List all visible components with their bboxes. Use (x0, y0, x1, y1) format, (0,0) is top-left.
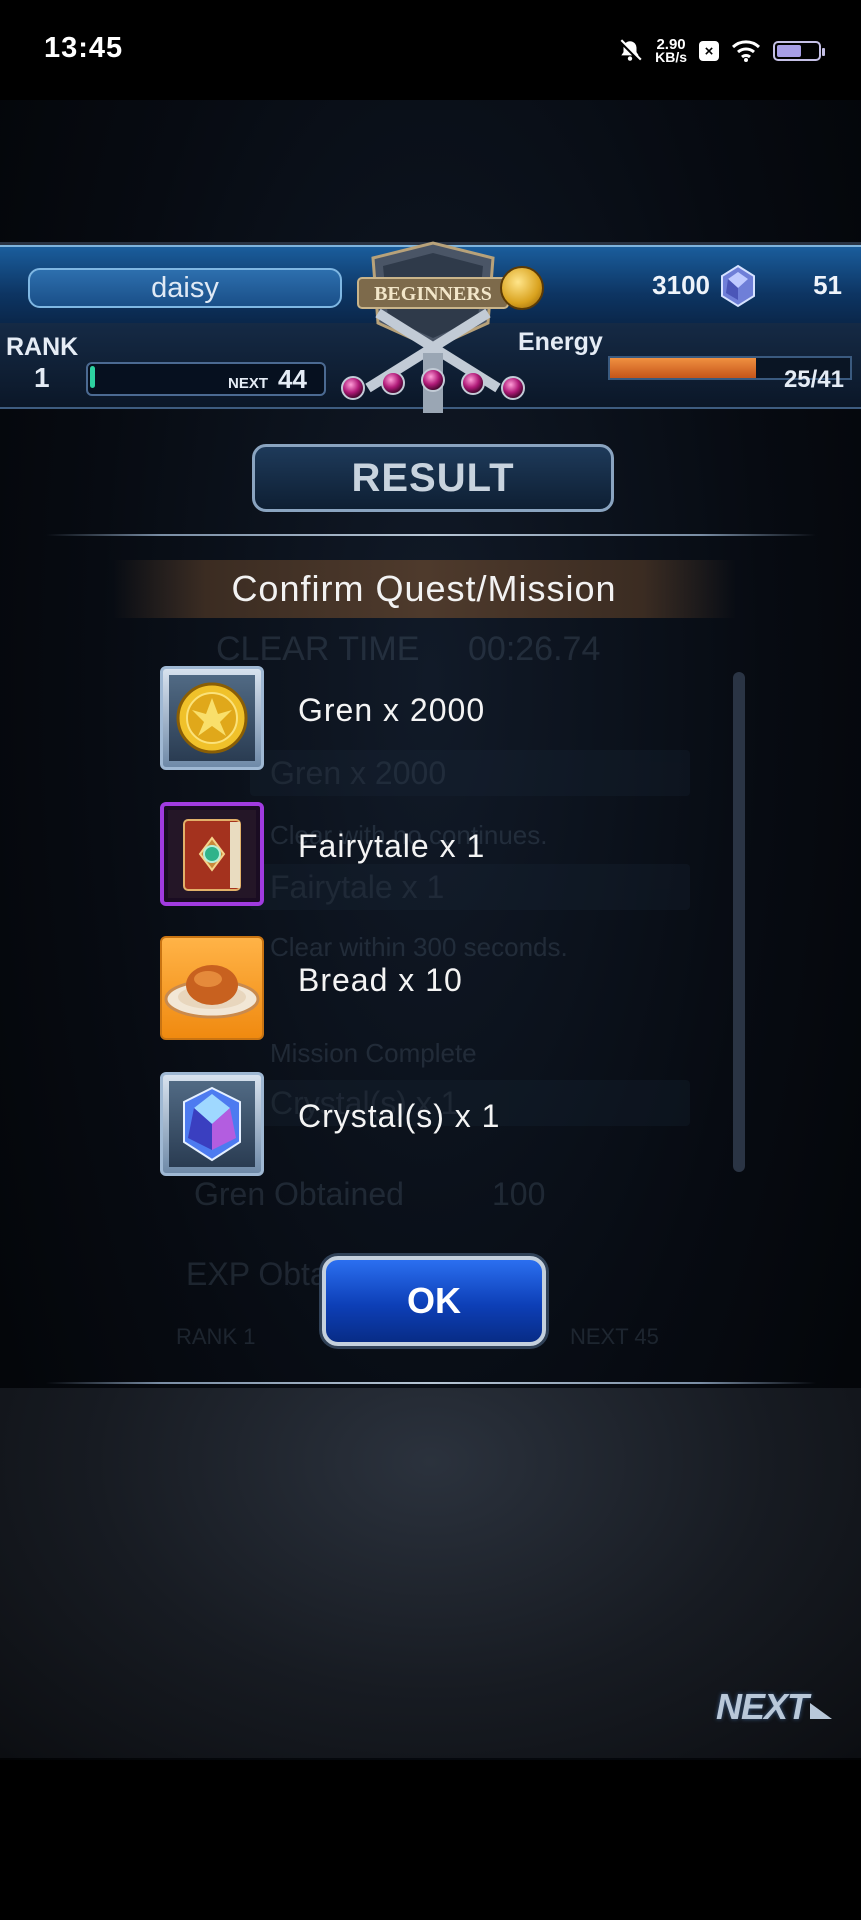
status-icons: 2.90 KB/s × (617, 34, 825, 68)
wifi-icon (731, 40, 761, 62)
book-icon (160, 802, 264, 906)
notification-x-icon: × (699, 41, 719, 61)
clock: 13:45 (44, 32, 124, 64)
reward-item: Fairytale x 1 (160, 798, 680, 908)
crystal-currency-icon (721, 264, 755, 308)
dialog-header: Confirm Quest/Mission (112, 560, 736, 618)
network-speed: 2.90 KB/s (655, 36, 687, 65)
gren-obtained-value: 100 (492, 1176, 546, 1212)
bg-rank-line: RANK 1 (176, 1324, 256, 1349)
reward-label: Bread x 10 (298, 962, 463, 998)
rank-value: 1 (34, 362, 50, 393)
reward-item: Gren x 2000 (160, 662, 680, 772)
reward-label: Fairytale x 1 (298, 828, 486, 864)
beginners-emblem: BEGINNERS (341, 241, 525, 413)
reward-list-scrollbar[interactable] (733, 672, 745, 1172)
reward-item: Bread x 10 (160, 932, 680, 1042)
next-exp: NEXT 44 (228, 364, 307, 394)
reward-item: Crystal(s) x 1 (160, 1068, 680, 1178)
energy-value: 25/41 (783, 366, 844, 393)
battery-icon (773, 41, 825, 61)
crystal-icon (160, 1072, 264, 1176)
bg-mission-text: Mission Complete (270, 1038, 477, 1068)
result-heading: RESULT (252, 444, 614, 512)
next-button[interactable]: NEXT (716, 1686, 833, 1728)
gren-obtained-label: Gren Obtained (194, 1176, 404, 1212)
gren-amount: 3100 (652, 270, 710, 300)
mute-bell-icon (619, 39, 642, 62)
rank-label: RANK (6, 333, 79, 361)
divider-top (46, 534, 816, 536)
reward-label: Crystal(s) x 1 (298, 1098, 501, 1134)
next-arrow-icon (810, 1703, 833, 1719)
reward-label: Gren x 2000 (298, 692, 486, 728)
crystal-amount: 51 (813, 270, 842, 300)
divider-bottom (46, 1382, 816, 1384)
bg-next-line: NEXT 45 (570, 1324, 659, 1349)
badge-text: BEGINNERS (374, 283, 492, 305)
gold-coin-icon (160, 666, 264, 770)
bread-icon (160, 936, 264, 1040)
player-name: daisy (28, 268, 342, 308)
gren-coin-icon (500, 266, 544, 310)
ok-button[interactable]: OK (322, 1256, 546, 1346)
dialog-title: Confirm Quest/Mission (231, 568, 617, 609)
status-bar: 13:45 2.90 KB/s × (0, 0, 861, 100)
energy-label: Energy (518, 328, 603, 356)
